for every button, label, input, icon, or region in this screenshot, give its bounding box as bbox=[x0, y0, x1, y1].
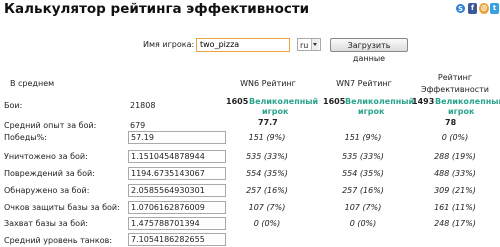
row-label: Победы%: bbox=[4, 133, 47, 142]
row-eff: 309 (21%) bbox=[434, 186, 476, 195]
region-select[interactable]: ru bbox=[297, 38, 321, 51]
row-label: Средний уровень танков: bbox=[4, 236, 113, 245]
avg-xp-label: Средний опыт за бой: bbox=[4, 121, 97, 130]
row-label: Повреждений за бой: bbox=[4, 169, 95, 178]
row-wn7: 257 (16%) bbox=[342, 186, 384, 195]
row-value-field[interactable]: 1.1510454878944 bbox=[128, 150, 226, 163]
row-wn7: 554 (35%) bbox=[342, 169, 384, 178]
eff-header-line2: Эффективности bbox=[421, 85, 489, 94]
wn7-score: 1605 bbox=[323, 97, 346, 106]
row-wn7: 107 (7%) bbox=[344, 203, 382, 212]
row-eff: 288 (19%) bbox=[434, 152, 476, 161]
row-wn6: 257 (16%) bbox=[246, 186, 288, 195]
battles-value: 21808 bbox=[130, 101, 156, 110]
row-label: Очков защиты базы за бой: bbox=[4, 203, 120, 212]
row-value-field[interactable]: 1.0706162876009 bbox=[128, 201, 226, 214]
battles-label: Бои: bbox=[4, 101, 23, 110]
region-select-value: ru bbox=[300, 41, 309, 50]
row-label: Захват базы за бой: bbox=[4, 219, 88, 228]
player-name-label: Имя игрока: bbox=[143, 40, 195, 49]
chevron-down-icon bbox=[311, 39, 319, 50]
facebook-icon[interactable]: f bbox=[468, 3, 477, 14]
wn6-score: 1605 bbox=[226, 97, 249, 106]
twitter-icon[interactable]: t bbox=[490, 3, 499, 14]
row-value-field[interactable]: 1.475788701394 bbox=[128, 217, 226, 230]
mail-icon[interactable]: @ bbox=[479, 3, 489, 14]
row-wn7: 151 (9%) bbox=[344, 133, 382, 142]
row-wn7: 535 (33%) bbox=[342, 152, 384, 161]
row-wn7: 0 (0%) bbox=[349, 219, 377, 228]
row-wn6: 151 (9%) bbox=[248, 133, 286, 142]
eff-header-line1: Рейтинг bbox=[437, 73, 473, 82]
row-eff: 488 (33%) bbox=[434, 169, 476, 178]
row-eff: 161 (11%) bbox=[434, 203, 476, 212]
wn6-grade-line2: игрок bbox=[262, 107, 289, 116]
row-wn6: 107 (7%) bbox=[248, 203, 286, 212]
eff-value: 78 bbox=[445, 118, 457, 127]
row-value-field[interactable]: 1194.6735143067 bbox=[128, 167, 226, 180]
row-label: Уничтожено за бой: bbox=[4, 152, 88, 161]
average-header: В среднем bbox=[10, 79, 55, 88]
page-title: Калькулятор рейтинга эффективности bbox=[4, 1, 310, 17]
row-eff: 248 (17%) bbox=[434, 219, 476, 228]
row-value-field[interactable]: 7.1054186282655 bbox=[128, 233, 226, 246]
row-label: Обнаружено за бой: bbox=[4, 186, 90, 195]
wn7-grade-line1: Великолепный bbox=[345, 97, 415, 106]
wn6-grade-line1: Великолепный bbox=[249, 97, 319, 106]
eff-score: 1493 bbox=[412, 97, 435, 106]
row-eff: 0 (0%) bbox=[441, 133, 469, 142]
wn6-value: 77.7 bbox=[258, 118, 278, 127]
row-wn6: 535 (33%) bbox=[246, 152, 288, 161]
row-value-field[interactable]: 2.0585564930301 bbox=[128, 184, 226, 197]
wn7-header: WN7 Рейтинг bbox=[336, 79, 392, 88]
avg-xp-value: 679 bbox=[130, 121, 146, 130]
player-name-input[interactable]: two_pizza bbox=[196, 38, 290, 52]
wn7-grade-line2: игрок bbox=[358, 107, 385, 116]
share-icon[interactable]: S bbox=[456, 4, 465, 13]
row-wn6: 554 (35%) bbox=[246, 169, 288, 178]
eff-grade-line1: Великолепный bbox=[435, 97, 500, 106]
row-value-field[interactable]: 57.19 bbox=[128, 131, 226, 144]
eff-grade-line2: игрок bbox=[448, 107, 475, 116]
row-wn6: 0 (0%) bbox=[253, 219, 281, 228]
load-data-button[interactable]: Загрузить данные bbox=[330, 38, 408, 63]
wn6-header: WN6 Рейтинг bbox=[240, 79, 296, 88]
